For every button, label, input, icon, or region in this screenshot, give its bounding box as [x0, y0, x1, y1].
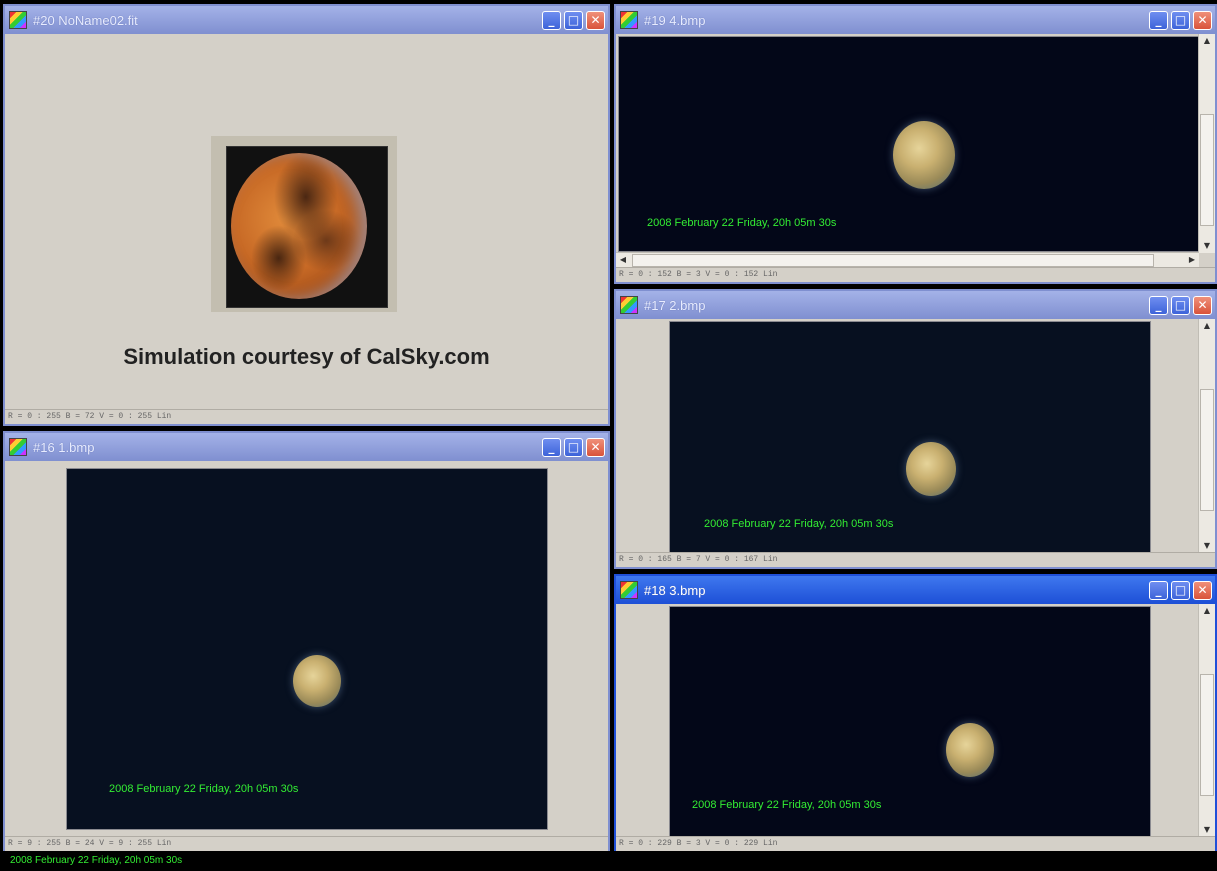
footer-bar: 2008 February 22 Friday, 20h 05m 30s — [0, 851, 1217, 871]
scroll-up-arrow-icon[interactable]: ▲ — [1199, 34, 1215, 48]
maximize-button[interactable]: □ — [564, 10, 583, 30]
titlebar[interactable]: #16 1.bmp _ □ ✕ — [5, 433, 608, 461]
scroll-up-arrow-icon[interactable]: ▲ — [1199, 604, 1215, 618]
scroll-left-arrow-icon[interactable]: ◀ — [616, 253, 630, 267]
scroll-thumb[interactable] — [1200, 114, 1214, 226]
image-area[interactable]: 2008 February 22 Friday, 20h 05m 30s ▲ ▼ — [616, 604, 1215, 837]
status-bar: R = 0 : 152 B = 3 V = 0 : 152 Lin — [616, 267, 1215, 282]
titlebar[interactable]: #20 NoName02.fit _ □ ✕ — [5, 6, 608, 34]
timestamp-label: 2008 February 22 Friday, 20h 05m 30s — [704, 518, 894, 530]
footer-timestamp: 2008 February 22 Friday, 20h 05m 30s — [10, 855, 183, 866]
status-bar: R = 0 : 229 B = 3 V = 0 : 229 Lin — [616, 836, 1215, 851]
close-button[interactable]: ✕ — [1193, 295, 1212, 315]
scroll-thumb[interactable] — [632, 254, 1154, 267]
scroll-down-arrow-icon[interactable]: ▼ — [1199, 539, 1215, 553]
mars-photo: 2008 February 22 Friday, 20h 05m 30s — [669, 321, 1151, 553]
mars-photo: 2008 February 22 Friday, 20h 05m 30s — [66, 468, 548, 830]
window-20[interactable]: #20 NoName02.fit _ □ ✕ Simulation courte… — [3, 4, 610, 426]
scroll-thumb[interactable] — [1200, 674, 1214, 796]
color-grid-icon[interactable] — [620, 581, 638, 599]
vertical-scrollbar[interactable]: ▲ ▼ — [1198, 604, 1215, 837]
close-button[interactable]: ✕ — [586, 437, 605, 457]
color-grid-icon[interactable] — [9, 438, 27, 456]
mars-disk — [946, 723, 994, 777]
minimize-button[interactable]: _ — [1149, 10, 1168, 30]
timestamp-label: 2008 February 22 Friday, 20h 05m 30s — [692, 799, 882, 811]
mars-disk — [231, 153, 367, 299]
window-19[interactable]: #19 4.bmp _ □ ✕ 2008 February 22 Friday,… — [614, 4, 1217, 284]
window-title: #18 3.bmp — [644, 582, 706, 598]
maximize-button[interactable]: □ — [1171, 580, 1190, 600]
window-18[interactable]: #18 3.bmp _ □ ✕ 2008 February 22 Friday,… — [614, 574, 1217, 853]
window-title: #17 2.bmp — [644, 297, 706, 313]
window-16[interactable]: #16 1.bmp _ □ ✕ 2008 February 22 Friday,… — [3, 431, 610, 853]
titlebar[interactable]: #17 2.bmp _ □ ✕ — [616, 291, 1215, 319]
horizontal-scrollbar[interactable]: ◀ ▶ — [616, 252, 1199, 268]
close-button[interactable]: ✕ — [1193, 580, 1212, 600]
window-17[interactable]: #17 2.bmp _ □ ✕ 2008 February 22 Friday,… — [614, 289, 1217, 569]
window-title: #16 1.bmp — [33, 439, 95, 455]
window-title: #19 4.bmp — [644, 12, 706, 28]
vertical-scrollbar[interactable]: ▲ ▼ — [1198, 319, 1215, 553]
mars-simulation-image — [226, 146, 388, 308]
window-title: #20 NoName02.fit — [33, 12, 138, 28]
scroll-down-arrow-icon[interactable]: ▼ — [1199, 239, 1215, 253]
vertical-scrollbar[interactable]: ▲ ▼ — [1198, 34, 1215, 253]
image-area[interactable]: 2008 February 22 Friday, 20h 05m 30s — [5, 461, 608, 837]
mars-disk — [893, 121, 955, 189]
mars-disk — [293, 655, 341, 707]
color-grid-icon[interactable] — [9, 11, 27, 29]
scroll-down-arrow-icon[interactable]: ▼ — [1199, 823, 1215, 837]
minimize-button[interactable]: _ — [1149, 295, 1168, 315]
mars-photo: 2008 February 22 Friday, 20h 05m 30s — [669, 606, 1151, 837]
maximize-button[interactable]: □ — [1171, 295, 1190, 315]
scroll-up-arrow-icon[interactable]: ▲ — [1199, 319, 1215, 333]
minimize-button[interactable]: _ — [542, 10, 561, 30]
mars-disk — [906, 442, 956, 496]
image-area[interactable]: 2008 February 22 Friday, 20h 05m 30s ▲ ▼… — [616, 34, 1215, 268]
credit-text: Simulation courtesy of CalSky.com — [123, 344, 490, 369]
scroll-right-arrow-icon[interactable]: ▶ — [1185, 253, 1199, 267]
image-area[interactable]: 2008 February 22 Friday, 20h 05m 30s ▲ ▼ — [616, 319, 1215, 553]
status-bar: R = 0 : 255 B = 72 V = 0 : 255 Lin — [5, 409, 608, 424]
titlebar[interactable]: #19 4.bmp _ □ ✕ — [616, 6, 1215, 34]
timestamp-label: 2008 February 22 Friday, 20h 05m 30s — [647, 217, 837, 229]
status-bar: R = 0 : 165 B = 7 V = 0 : 167 Lin — [616, 552, 1215, 567]
color-grid-icon[interactable] — [620, 296, 638, 314]
minimize-button[interactable]: _ — [1149, 580, 1168, 600]
minimize-button[interactable]: _ — [542, 437, 561, 457]
scroll-thumb[interactable] — [1200, 389, 1214, 511]
timestamp-label: 2008 February 22 Friday, 20h 05m 30s — [109, 783, 299, 795]
maximize-button[interactable]: □ — [564, 437, 583, 457]
titlebar[interactable]: #18 3.bmp _ □ ✕ — [616, 576, 1215, 604]
close-button[interactable]: ✕ — [1193, 10, 1212, 30]
color-grid-icon[interactable] — [620, 11, 638, 29]
maximize-button[interactable]: □ — [1171, 10, 1190, 30]
mars-photo: 2008 February 22 Friday, 20h 05m 30s — [618, 36, 1200, 252]
close-button[interactable]: ✕ — [586, 10, 605, 30]
status-bar: R = 9 : 255 B = 24 V = 9 : 255 Lin — [5, 836, 608, 851]
image-area[interactable]: Simulation courtesy of CalSky.com — [5, 34, 608, 410]
